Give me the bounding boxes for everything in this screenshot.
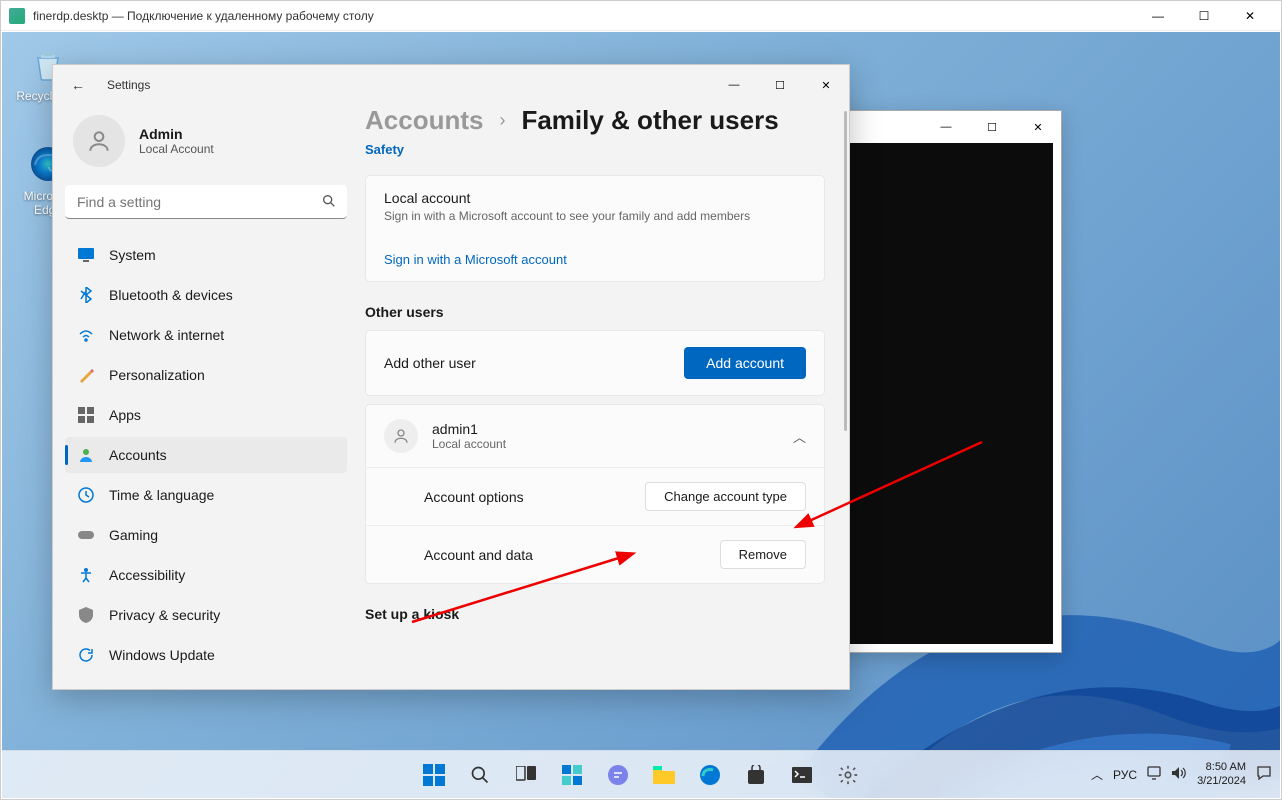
terminal-minimize-button[interactable]: —: [923, 111, 969, 143]
system-icon: [77, 246, 95, 264]
account-data-label: Account and data: [424, 547, 533, 563]
settings-minimize-button[interactable]: —: [711, 65, 757, 105]
settings-close-button[interactable]: ✕: [803, 65, 849, 105]
settings-title: Settings: [107, 78, 711, 92]
settings-maximize-button[interactable]: ☐: [757, 65, 803, 105]
safety-link[interactable]: Safety: [365, 142, 825, 157]
breadcrumb: Accounts › Family & other users: [365, 105, 825, 136]
volume-tray-icon[interactable]: [1171, 766, 1187, 783]
profile-sub: Local Account: [139, 142, 214, 156]
change-account-type-button[interactable]: Change account type: [645, 482, 806, 511]
chat-button[interactable]: [598, 755, 638, 795]
nav-network[interactable]: Network & internet: [65, 317, 347, 353]
taskbar-search-button[interactable]: [460, 755, 500, 795]
desktop[interactable]: Recycle Bin Microsoft Edge — ☐ ✕ ← Setti…: [2, 32, 1280, 798]
local-account-sub: Sign in with a Microsoft account to see …: [384, 209, 806, 223]
scrollbar[interactable]: [844, 111, 847, 431]
task-view-button[interactable]: [506, 755, 546, 795]
network-tray-icon[interactable]: [1147, 766, 1163, 783]
profile-block[interactable]: Admin Local Account: [65, 105, 347, 185]
nav-accounts[interactable]: Accounts: [65, 437, 347, 473]
rdp-titlebar[interactable]: finerdp.desktp — Подключение к удаленном…: [1, 1, 1281, 31]
privacy-icon: [77, 606, 95, 624]
language-indicator[interactable]: РУС: [1113, 768, 1137, 782]
accessibility-icon: [77, 566, 95, 584]
nav-time[interactable]: Time & language: [65, 477, 347, 513]
taskbar: ︿ РУС 8:50 AM 3/21/2024: [2, 750, 1280, 798]
settings-main: Accounts › Family & other users Safety L…: [359, 105, 849, 689]
settings-taskbar-button[interactable]: [828, 755, 868, 795]
taskbar-center: [414, 755, 868, 795]
nav-gaming[interactable]: Gaming: [65, 517, 347, 553]
nav-privacy[interactable]: Privacy & security: [65, 597, 347, 633]
breadcrumb-page: Family & other users: [521, 105, 778, 136]
time-icon: [77, 486, 95, 504]
other-users-header: Other users: [365, 304, 825, 320]
user-avatar-icon: [384, 419, 418, 453]
store-button[interactable]: [736, 755, 776, 795]
user-group: admin1 Local account ︿ Account options C…: [365, 404, 825, 584]
local-account-title: Local account: [384, 190, 806, 206]
kiosk-header: Set up a kiosk: [365, 606, 825, 622]
profile-name: Admin: [139, 126, 214, 142]
account-options-row: Account options Change account type: [366, 467, 824, 525]
update-icon: [77, 646, 95, 664]
nav-personalization[interactable]: Personalization: [65, 357, 347, 393]
nav-bluetooth[interactable]: Bluetooth & devices: [65, 277, 347, 313]
nav-accessibility[interactable]: Accessibility: [65, 557, 347, 593]
terminal-maximize-button[interactable]: ☐: [969, 111, 1015, 143]
rdp-close-button[interactable]: ✕: [1227, 1, 1273, 31]
nav-update[interactable]: Windows Update: [65, 637, 347, 673]
rdp-minimize-button[interactable]: —: [1135, 1, 1181, 31]
settings-sidebar: Admin Local Account System Bluetooth & d…: [53, 105, 359, 689]
terminal-close-button[interactable]: ✕: [1015, 111, 1061, 143]
settings-window: ← Settings — ☐ ✕ Admin Local Account: [52, 64, 850, 690]
gaming-icon: [77, 526, 95, 544]
rdp-window: finerdp.desktp — Подключение к удаленном…: [0, 0, 1282, 800]
settings-titlebar[interactable]: ← Settings — ☐ ✕: [53, 65, 849, 105]
search-icon: [321, 193, 337, 214]
clock[interactable]: 8:50 AM 3/21/2024: [1197, 761, 1246, 787]
start-button[interactable]: [414, 755, 454, 795]
add-account-button[interactable]: Add account: [684, 347, 806, 379]
remove-button[interactable]: Remove: [720, 540, 806, 569]
edge-button[interactable]: [690, 755, 730, 795]
explorer-button[interactable]: [644, 755, 684, 795]
bluetooth-icon: [77, 286, 95, 304]
clock-date: 3/21/2024: [1197, 775, 1246, 788]
nav-apps[interactable]: Apps: [65, 397, 347, 433]
user-name: admin1: [432, 421, 506, 437]
nav-list: System Bluetooth & devices Network & int…: [65, 237, 347, 689]
account-options-label: Account options: [424, 489, 524, 505]
chevron-right-icon: ›: [499, 110, 505, 131]
add-user-row: Add other user Add account: [365, 330, 825, 396]
taskbar-right: ︿ РУС 8:50 AM 3/21/2024: [1091, 761, 1272, 787]
chevron-up-icon[interactable]: ︿: [793, 427, 806, 446]
add-user-label: Add other user: [384, 355, 476, 371]
breadcrumb-root[interactable]: Accounts: [365, 105, 483, 136]
user-header[interactable]: admin1 Local account ︿: [366, 405, 824, 467]
tray-chevron-icon[interactable]: ︿: [1091, 766, 1103, 783]
accounts-icon: [77, 446, 95, 464]
account-data-row: Account and data Remove: [366, 525, 824, 583]
personalization-icon: [77, 366, 95, 384]
nav-system[interactable]: System: [65, 237, 347, 273]
avatar-icon: [73, 115, 125, 167]
network-icon: [77, 326, 95, 344]
widgets-button[interactable]: [552, 755, 592, 795]
search-input[interactable]: [65, 185, 347, 219]
terminal-button[interactable]: [782, 755, 822, 795]
apps-icon: [77, 406, 95, 424]
local-account-card: Local account Sign in with a Microsoft a…: [365, 175, 825, 282]
rdp-icon: [9, 8, 25, 24]
rdp-title: finerdp.desktp — Подключение к удаленном…: [33, 9, 1135, 23]
sign-in-ms-link[interactable]: Sign in with a Microsoft account: [366, 237, 824, 281]
notifications-tray-icon[interactable]: [1256, 765, 1272, 784]
user-sub: Local account: [432, 437, 506, 451]
search-box[interactable]: [65, 185, 347, 219]
clock-time: 8:50 AM: [1197, 761, 1246, 774]
back-button[interactable]: ←: [71, 77, 89, 93]
rdp-maximize-button[interactable]: ☐: [1181, 1, 1227, 31]
